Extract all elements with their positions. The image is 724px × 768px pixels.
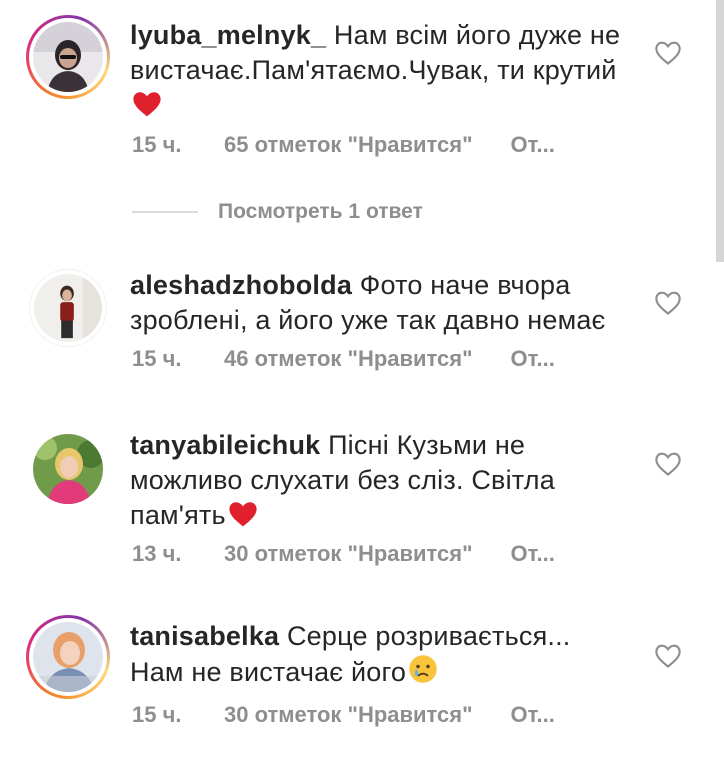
comment-meta: 15 ч. 46 отметок "Нравится" От... <box>132 346 555 372</box>
comment-time: 15 ч. <box>132 346 182 371</box>
comment-likes[interactable]: 30 отметок "Нравится" <box>224 541 473 567</box>
avatar[interactable] <box>26 266 110 350</box>
view-replies-button[interactable]: Посмотреть 1 ответ <box>132 196 423 228</box>
heart-outline-icon[interactable] <box>654 290 682 316</box>
avatar[interactable] <box>26 15 110 99</box>
comment-likes[interactable]: 65 отметок "Нравится" <box>224 132 473 158</box>
comment-time: 13 ч. <box>132 541 182 566</box>
heart-outline-icon[interactable] <box>654 40 682 66</box>
avatar[interactable] <box>26 427 110 511</box>
comment-likes[interactable]: 30 отметок "Нравится" <box>224 702 473 728</box>
red-heart-icon <box>228 501 258 536</box>
comment-meta: 13 ч. 30 отметок "Нравится" От... <box>132 541 555 567</box>
red-heart-icon <box>132 91 162 126</box>
reply-button[interactable]: От... <box>511 346 555 372</box>
crying-face-icon <box>408 654 438 693</box>
heart-outline-icon[interactable] <box>654 451 682 477</box>
comment-username[interactable]: lyuba_melnyk_ <box>130 20 326 50</box>
reply-button[interactable]: От... <box>511 541 555 567</box>
comment-time: 15 ч. <box>132 702 182 727</box>
comment-meta: 15 ч. 65 отметок "Нравится" От... <box>132 132 555 158</box>
comment-username[interactable]: tanisabelka <box>130 621 279 651</box>
reply-button[interactable]: От... <box>511 132 555 158</box>
comment-time: 15 ч. <box>132 132 182 157</box>
comment-likes[interactable]: 46 отметок "Нравится" <box>224 346 473 372</box>
heart-outline-icon[interactable] <box>654 643 682 669</box>
view-replies-label: Посмотреть 1 ответ <box>218 200 423 223</box>
divider <box>132 211 198 213</box>
avatar[interactable] <box>26 615 110 699</box>
comment-meta: 15 ч. 30 отметок "Нравится" От... <box>132 702 555 728</box>
comment-username[interactable]: tanyabileichuk <box>130 430 320 460</box>
scrollbar[interactable] <box>716 0 724 262</box>
comments-screen: lyuba_melnyk_ Нам всім його дуже не вист… <box>0 0 724 768</box>
reply-button[interactable]: От... <box>511 702 555 728</box>
comment-username[interactable]: aleshadzhobolda <box>130 270 352 300</box>
